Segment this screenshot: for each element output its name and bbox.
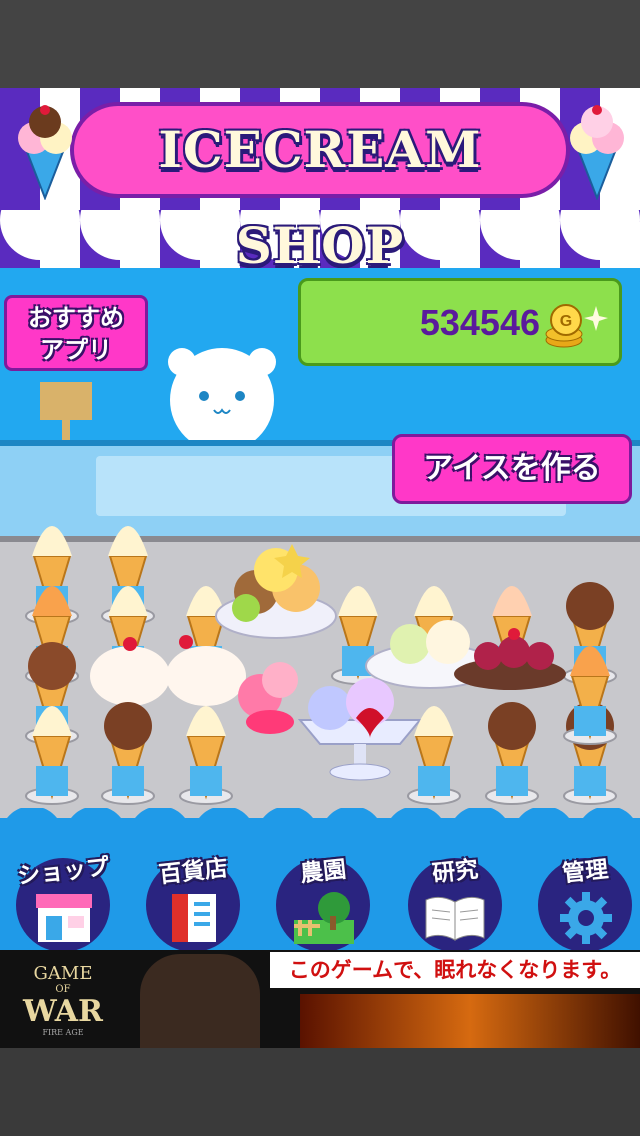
farm-icon bbox=[294, 892, 354, 944]
ad-logo-line4: FIRE AGE bbox=[42, 1028, 84, 1037]
ice-cream-cone-icon bbox=[18, 105, 72, 200]
register-icon bbox=[40, 382, 92, 440]
nav-management-button[interactable]: 管理 bbox=[536, 852, 634, 952]
ad-logo-line3: WAR bbox=[23, 994, 103, 1029]
recommend-label-line2: アプリ bbox=[40, 336, 112, 364]
ad-portrait bbox=[140, 954, 260, 1048]
nav-shop-button[interactable]: ショップ bbox=[14, 852, 112, 952]
status-bar-area bbox=[0, 0, 640, 88]
ad-tagline: このゲームで、眠れなくなります。 bbox=[270, 952, 640, 988]
game-screen: ICECREAM SHOP おすすめ アプリ 534546 G アイスを作る シ… bbox=[0, 0, 640, 1136]
ad-logo-line1: GAME bbox=[33, 963, 93, 984]
shop-title: ICECREAM SHOP bbox=[158, 120, 482, 275]
make-ice-cream-label: アイスを作る bbox=[423, 451, 601, 486]
nav-farm-button[interactable]: 農園 bbox=[274, 852, 372, 952]
ad-logo: GAME OF WAR FIRE AGE bbox=[8, 964, 118, 1038]
parfait-display bbox=[90, 544, 566, 781]
nav-research-button[interactable]: 研究 bbox=[406, 852, 504, 952]
recommended-apps-button[interactable]: おすすめ アプリ bbox=[4, 295, 148, 371]
make-ice-cream-button[interactable]: アイスを作る bbox=[392, 434, 632, 504]
coin-count: 534546 bbox=[419, 302, 540, 343]
book-icon bbox=[425, 896, 485, 941]
ad-artwork bbox=[300, 994, 640, 1048]
bottom-bar-area bbox=[0, 1048, 640, 1136]
ice-cream-cone-icon bbox=[570, 105, 624, 200]
nav-department-store-button[interactable]: 百貨店 bbox=[144, 852, 242, 952]
gold-coin-icon: G bbox=[545, 304, 608, 348]
svg-text:G: G bbox=[560, 313, 572, 330]
ice-cream-display bbox=[25, 526, 617, 805]
storefront-icon bbox=[36, 894, 92, 942]
recommend-label-line1: おすすめ bbox=[28, 304, 124, 332]
gear-icon bbox=[560, 892, 612, 944]
department-store-icon bbox=[172, 894, 216, 942]
